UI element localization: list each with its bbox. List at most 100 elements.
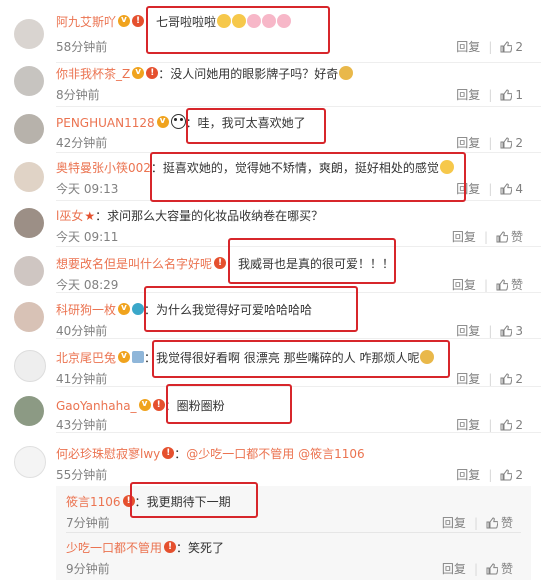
mention-link[interactable]: @筱言1106 bbox=[298, 447, 365, 461]
thumbs-up-icon[interactable] bbox=[486, 563, 498, 575]
thumbs-up-icon[interactable] bbox=[496, 231, 508, 243]
sub-comment-item: 少吃一口都不管用：笑死了 9分钟前 回复|赞 bbox=[0, 532, 541, 580]
comment-text: 圈粉圈粉 bbox=[176, 399, 225, 413]
vip-badge-icon bbox=[118, 300, 131, 316]
avatar[interactable] bbox=[14, 350, 46, 382]
like-count[interactable]: 2 bbox=[515, 40, 523, 54]
avatar[interactable] bbox=[14, 256, 44, 286]
avatar[interactable] bbox=[14, 396, 44, 426]
username[interactable]: 何必珍珠慰寂寥lwy bbox=[56, 447, 160, 461]
username[interactable]: 北京尾巴兔 bbox=[56, 351, 116, 365]
reply-button[interactable]: 回复 bbox=[456, 182, 480, 196]
thumbs-up-icon[interactable] bbox=[500, 469, 513, 481]
timestamp: 今天 09:13 bbox=[56, 182, 119, 196]
level-badge-icon bbox=[146, 65, 159, 81]
timestamp: 7分钟前 bbox=[66, 516, 110, 530]
reply-button[interactable]: 回复 bbox=[456, 418, 480, 432]
comment-text: 我更期待下一期 bbox=[146, 495, 231, 509]
reply-button[interactable]: 回复 bbox=[442, 516, 466, 530]
thumbs-up-icon[interactable] bbox=[486, 517, 498, 529]
panda-badge-icon bbox=[170, 114, 186, 129]
comment-item: GaoYanhaha_：圈粉圈粉 43分钟前 回复|2 bbox=[0, 386, 541, 432]
like-count[interactable]: 赞 bbox=[501, 516, 513, 530]
timestamp: 42分钟前 bbox=[56, 136, 108, 150]
reply-button[interactable]: 回复 bbox=[442, 562, 466, 576]
comment-text: 为什么我觉得好可爱哈哈哈哈 bbox=[156, 303, 313, 317]
level-badge-icon bbox=[122, 493, 135, 509]
username[interactable]: 你非我杯茶_Z bbox=[56, 67, 130, 81]
thumbs-up-icon[interactable] bbox=[500, 89, 513, 101]
avatar[interactable] bbox=[14, 302, 44, 332]
vip-badge-icon bbox=[156, 113, 169, 129]
username[interactable]: 筱言1106 bbox=[66, 495, 121, 509]
avatar[interactable] bbox=[14, 114, 44, 144]
avatar[interactable] bbox=[14, 19, 44, 49]
comment-text: 我觉得很好看啊 很漂亮 那些嘴碎的人 咋那烦人呢 bbox=[156, 351, 420, 365]
thumbs-up-icon[interactable] bbox=[500, 183, 513, 195]
like-count[interactable]: 2 bbox=[515, 468, 523, 482]
thumbs-up-icon[interactable] bbox=[500, 419, 513, 431]
pig-emoji-icon bbox=[262, 14, 277, 28]
username[interactable]: 少吃一口都不管用 bbox=[66, 541, 162, 555]
username[interactable]: l巫女 bbox=[56, 209, 83, 223]
timestamp: 40分钟前 bbox=[56, 324, 108, 338]
vip-badge-icon bbox=[118, 12, 131, 28]
reply-button[interactable]: 回复 bbox=[456, 88, 480, 102]
comment-text: 笑死了 bbox=[188, 541, 225, 555]
reply-button[interactable]: 回复 bbox=[452, 230, 476, 244]
reply-button[interactable]: 回复 bbox=[456, 324, 480, 338]
thumbs-up-icon[interactable] bbox=[500, 373, 513, 385]
comment-item: l巫女★：求问那么大容量的化妆品收纳卷在哪买？ 今天 09:11 回复 | 赞 bbox=[0, 200, 541, 246]
like-count[interactable]: 4 bbox=[515, 182, 523, 196]
reply-button[interactable]: 回复 bbox=[456, 468, 480, 482]
comment-text: 求问那么大容量的化妆品收纳卷在哪买？ bbox=[107, 209, 324, 223]
thumbs-up-icon[interactable] bbox=[496, 279, 508, 291]
clap-emoji-icon bbox=[420, 350, 435, 364]
timestamp: 今天 09:11 bbox=[56, 230, 119, 244]
comment-item: 北京尾巴兔：我觉得很好看啊 很漂亮 那些嘴碎的人 咋那烦人呢 41分钟前 回复|… bbox=[0, 338, 541, 386]
sub-comment-item: 筱言1106：我更期待下一期 7分钟前 回复|赞 bbox=[0, 486, 541, 532]
sweat-emoji-icon bbox=[217, 14, 232, 28]
like-count[interactable]: 赞 bbox=[511, 230, 523, 244]
thumbs-up-icon[interactable] bbox=[500, 325, 513, 337]
vip-badge-icon bbox=[138, 396, 151, 412]
avatar[interactable] bbox=[14, 446, 46, 478]
timestamp: 55分钟前 bbox=[56, 468, 108, 482]
pig-emoji-icon bbox=[277, 14, 292, 28]
avatar[interactable] bbox=[14, 208, 44, 238]
like-count[interactable]: 2 bbox=[515, 136, 523, 150]
vip-badge-icon bbox=[132, 64, 145, 80]
comment-text: 哇，我可太喜欢她了 bbox=[197, 116, 306, 130]
comment-text: 挺喜欢她的，觉得她不矫情，爽朗，挺好相处的感觉 bbox=[162, 161, 439, 175]
grin-emoji-icon bbox=[439, 160, 454, 174]
timestamp: 9分钟前 bbox=[66, 562, 110, 576]
like-count[interactable]: 2 bbox=[515, 418, 523, 432]
username[interactable]: 阿九艾斯吖 bbox=[56, 15, 116, 29]
thumbs-up-icon[interactable] bbox=[500, 137, 513, 149]
like-count[interactable]: 赞 bbox=[511, 278, 523, 292]
username[interactable]: 奥特曼张小筷002 bbox=[56, 161, 151, 175]
username[interactable]: 想要改名但是叫什么名字好呢 bbox=[56, 257, 212, 271]
avatar[interactable] bbox=[14, 66, 44, 96]
like-count[interactable]: 赞 bbox=[501, 562, 513, 576]
avatar[interactable] bbox=[14, 162, 44, 192]
like-count[interactable]: 2 bbox=[515, 372, 523, 386]
picture-badge-icon bbox=[132, 351, 145, 363]
username[interactable]: GaoYanhaha_ bbox=[56, 399, 137, 413]
mention-link[interactable]: @少吃一口都不管用 bbox=[186, 447, 294, 461]
timestamp: 43分钟前 bbox=[56, 418, 108, 432]
comment-item: 科研狗一枚：为什么我觉得好可爱哈哈哈哈 40分钟前 回复|3 bbox=[0, 292, 541, 338]
like-count[interactable]: 1 bbox=[515, 88, 523, 102]
sweat-emoji-icon bbox=[232, 14, 247, 28]
username[interactable]: 科研狗一枚 bbox=[56, 303, 116, 317]
reply-button[interactable]: 回复 bbox=[456, 136, 480, 150]
reply-button[interactable]: 回复 bbox=[452, 278, 476, 292]
reply-button[interactable]: 回复 bbox=[456, 40, 480, 54]
thumbs-up-icon[interactable] bbox=[500, 41, 513, 53]
username[interactable]: PENGHUAN1128 bbox=[56, 116, 155, 130]
like-count[interactable]: 3 bbox=[515, 324, 523, 338]
level-badge-icon bbox=[152, 397, 165, 413]
comment-item: 你非我杯茶_Z：没人问她用的眼影牌子吗？好奇 8分钟前 回复|1 bbox=[0, 62, 541, 108]
level-badge-icon bbox=[132, 13, 145, 29]
reply-button[interactable]: 回复 bbox=[456, 372, 480, 386]
